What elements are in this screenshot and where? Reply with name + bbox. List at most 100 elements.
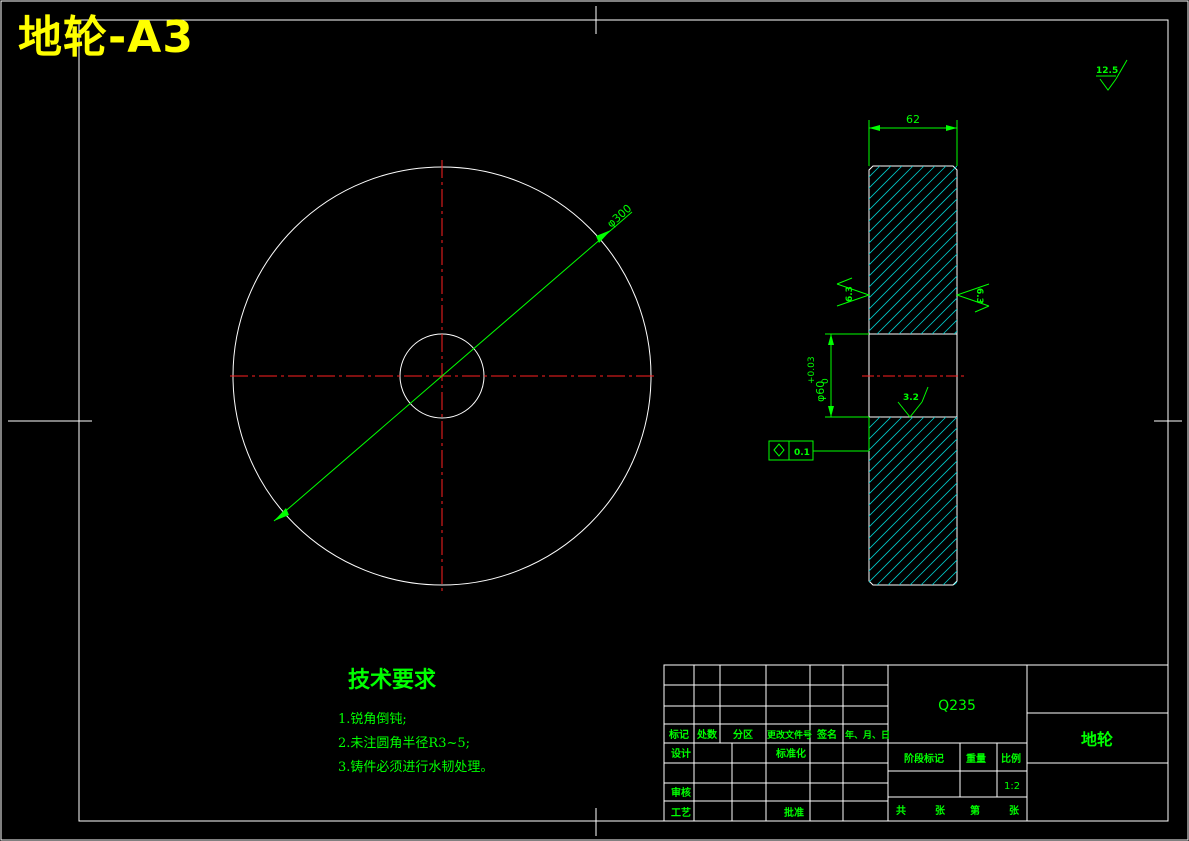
hatch-line xyxy=(869,198,957,288)
bore-tol-upper: +0.03 xyxy=(807,356,817,384)
tb-process: 工艺 xyxy=(671,806,691,819)
tb-zone: 分区 xyxy=(733,728,753,741)
hatch-line xyxy=(869,166,925,222)
tb-material: Q235 xyxy=(938,698,976,714)
hatch-line xyxy=(876,504,957,585)
tb-sheet-unit2: 张 xyxy=(1009,804,1020,817)
hatch-line xyxy=(1108,417,1189,585)
hatch-line xyxy=(920,297,957,334)
hatch-line xyxy=(869,493,957,583)
hatch-line xyxy=(953,581,957,585)
note-item: 1.锐角倒钝; xyxy=(338,712,407,727)
tb-sheet-unit1: 张 xyxy=(935,804,946,817)
tb-standard: 标准化 xyxy=(775,747,806,760)
hatch-line xyxy=(965,417,1133,585)
hatch-line xyxy=(869,166,870,167)
hatch-line xyxy=(1097,166,1189,334)
technical-requirements: 技术要求 1.锐角倒钝; 2.未注圆角半径R3~5; 3.铸件必须进行水韧处理。 xyxy=(338,662,493,780)
hatch-line xyxy=(869,449,957,539)
hatch-line xyxy=(869,417,936,484)
hatch-lower xyxy=(869,417,1189,585)
tb-count: 处数 xyxy=(696,728,718,741)
title-block-labels: 标记 处数 分区 更改文件号 签名 年、月、日 设计 标准化 审核 工艺 批准 … xyxy=(668,728,1021,819)
hatch-line xyxy=(869,166,947,244)
hatch-line xyxy=(942,570,957,585)
hatch-line xyxy=(976,417,1144,585)
tb-scale-label: 比例 xyxy=(1001,752,1021,765)
tb-design: 设计 xyxy=(671,747,691,760)
hatch-line xyxy=(869,166,881,178)
width-label: 62 xyxy=(906,113,920,126)
roughness-right-label: 6.3 xyxy=(974,288,984,304)
hatch-line xyxy=(869,417,947,495)
hatch-line xyxy=(869,231,957,321)
hatch-line xyxy=(987,166,1155,334)
bore-tol-lower: 0 xyxy=(821,378,831,384)
note-item: 3.铸件必须进行水韧处理。 xyxy=(338,760,494,775)
hatch-line xyxy=(876,253,957,334)
tb-weight: 重量 xyxy=(966,752,986,765)
dim-arrow xyxy=(596,230,611,243)
hatch-line xyxy=(976,166,1144,334)
hatch-line xyxy=(869,176,957,266)
hatch-line xyxy=(1064,417,1189,585)
hatch-line xyxy=(942,319,957,334)
hatch-line xyxy=(987,417,1155,585)
cad-drawing: φ300 62 φ60 +0.03 0 6.3 6.3 3.2 0.1 12.5… xyxy=(0,0,1189,841)
hatch-line xyxy=(1053,166,1189,334)
centering-marks xyxy=(8,6,1182,836)
tb-date: 年、月、日 xyxy=(845,729,890,741)
hatch-line xyxy=(1031,166,1189,334)
tb-review: 审核 xyxy=(671,786,691,799)
hatch-line xyxy=(869,166,892,189)
hatch-line xyxy=(869,166,936,233)
hatch-line xyxy=(1119,417,1189,585)
tb-mark: 标记 xyxy=(668,728,689,741)
general-roughness-label: 12.5 xyxy=(1096,66,1118,76)
outer-border xyxy=(0,0,1189,841)
hatch-line xyxy=(869,166,903,200)
hatch-line xyxy=(953,330,957,334)
tb-part-name: 地轮 xyxy=(1081,730,1113,749)
diameter-label: φ300 xyxy=(604,202,634,230)
hatch-line xyxy=(1086,417,1189,585)
hatch-line xyxy=(998,166,1166,334)
tb-scale: 1:2 xyxy=(1004,781,1020,792)
hatch-line xyxy=(869,417,903,451)
hatch-line xyxy=(1042,166,1189,334)
tb-sheet-total: 共 xyxy=(896,804,906,817)
hatch-line xyxy=(1075,417,1189,585)
hatch-line xyxy=(1108,166,1189,334)
hatch-line xyxy=(1097,417,1189,585)
hatch-line xyxy=(909,286,957,334)
hatch-line xyxy=(869,460,957,550)
hatch-line xyxy=(887,515,957,585)
diameter-dimension-line xyxy=(273,211,633,522)
hatch-line xyxy=(869,417,870,418)
hatch-line xyxy=(1064,166,1189,334)
hatch-line xyxy=(869,417,892,440)
hatch-line xyxy=(1009,166,1177,334)
hatch-line xyxy=(869,166,914,211)
inner-border xyxy=(78,19,1169,822)
hatch-line xyxy=(1075,166,1189,334)
drawing-title: 地轮-A3 xyxy=(18,12,194,63)
hatch-line xyxy=(869,417,881,429)
roughness-bore-label: 3.2 xyxy=(903,393,919,403)
roughness-left-label: 6.3 xyxy=(845,286,855,302)
hatch-line xyxy=(869,187,957,277)
tb-sheet-num: 第 xyxy=(970,804,980,817)
cylindricity-icon xyxy=(773,443,785,457)
tolerance-label: 0.1 xyxy=(794,448,810,458)
hatch-line xyxy=(869,417,925,473)
section-view: 62 φ60 +0.03 0 6.3 6.3 3.2 0.1 xyxy=(768,113,1189,586)
hatch-line xyxy=(869,242,957,332)
hatch-line xyxy=(869,417,914,462)
hatch-line xyxy=(909,537,957,585)
hatch-line xyxy=(1031,417,1189,585)
hatch-line xyxy=(1020,417,1188,585)
hatch-line xyxy=(869,209,957,299)
note-item: 2.未注圆角半径R3~5; xyxy=(338,736,471,751)
notes-heading: 技术要求 xyxy=(348,667,437,693)
hatch-line xyxy=(920,548,957,585)
